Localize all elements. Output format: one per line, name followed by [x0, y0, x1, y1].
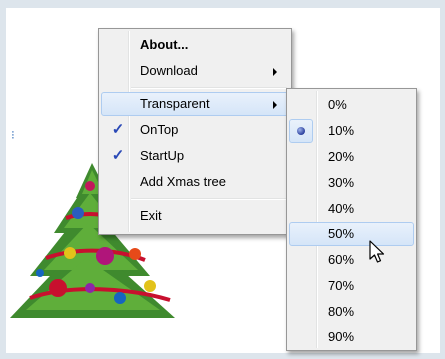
menu-item-label: 40% [328, 201, 355, 216]
mouse-cursor-icon [369, 240, 385, 263]
menu-item-label: 30% [328, 175, 355, 190]
submenu-arrow-icon [273, 101, 277, 109]
menu-item-transparent[interactable]: Transparent [101, 92, 289, 116]
menu-item-label: 80% [328, 304, 355, 319]
submenu-item-20[interactable]: 20% [289, 145, 414, 169]
submenu-item-0[interactable]: 0% [289, 93, 414, 117]
submenu-item-70[interactable]: 70% [289, 274, 414, 298]
menu-item-label: About... [140, 37, 189, 52]
menu-item-label: Transparent [140, 96, 210, 111]
menu-item-add-xmas-tree[interactable]: Add Xmas tree [101, 170, 289, 194]
menu-separator [131, 87, 287, 89]
menu-item-label: Add Xmas tree [140, 174, 226, 189]
menu-item-label: 90% [328, 329, 355, 344]
menu-item-ontop[interactable]: ✓ OnTop [101, 118, 289, 142]
menu-item-label: 10% [328, 123, 355, 138]
menu-item-about[interactable]: About... [101, 33, 289, 57]
check-icon: ✓ [111, 121, 125, 138]
menu-item-label: StartUp [140, 148, 185, 163]
menu-item-startup[interactable]: ✓ StartUp [101, 144, 289, 168]
menu-item-label: 0% [328, 97, 347, 112]
menu-item-download[interactable]: Download [101, 59, 289, 83]
menu-item-label: Download [140, 63, 198, 78]
menu-item-exit[interactable]: Exit [101, 204, 289, 228]
submenu-item-10[interactable]: 10% [289, 119, 414, 143]
transparency-submenu: 0% 10% 20% 30% 40% 50% 60% 70% 80% 90% [286, 88, 417, 351]
menu-separator [131, 198, 287, 200]
menu-item-label: 60% [328, 252, 355, 267]
menu-item-label: Exit [140, 208, 162, 223]
menu-item-label: OnTop [140, 122, 179, 137]
submenu-arrow-icon [273, 68, 277, 76]
context-menu: About... Download Transparent ✓ OnTop ✓ … [98, 28, 292, 235]
submenu-item-90[interactable]: 90% [289, 325, 414, 349]
submenu-item-80[interactable]: 80% [289, 300, 414, 324]
edge-mark-icon: ⁝ [11, 128, 15, 142]
check-icon: ✓ [111, 147, 125, 164]
submenu-item-50[interactable]: 50% [289, 222, 414, 246]
menu-item-label: 50% [328, 226, 355, 241]
submenu-item-60[interactable]: 60% [289, 248, 414, 272]
submenu-item-30[interactable]: 30% [289, 171, 414, 195]
menu-item-label: 20% [328, 149, 355, 164]
submenu-item-40[interactable]: 40% [289, 197, 414, 221]
menu-item-label: 70% [328, 278, 355, 293]
